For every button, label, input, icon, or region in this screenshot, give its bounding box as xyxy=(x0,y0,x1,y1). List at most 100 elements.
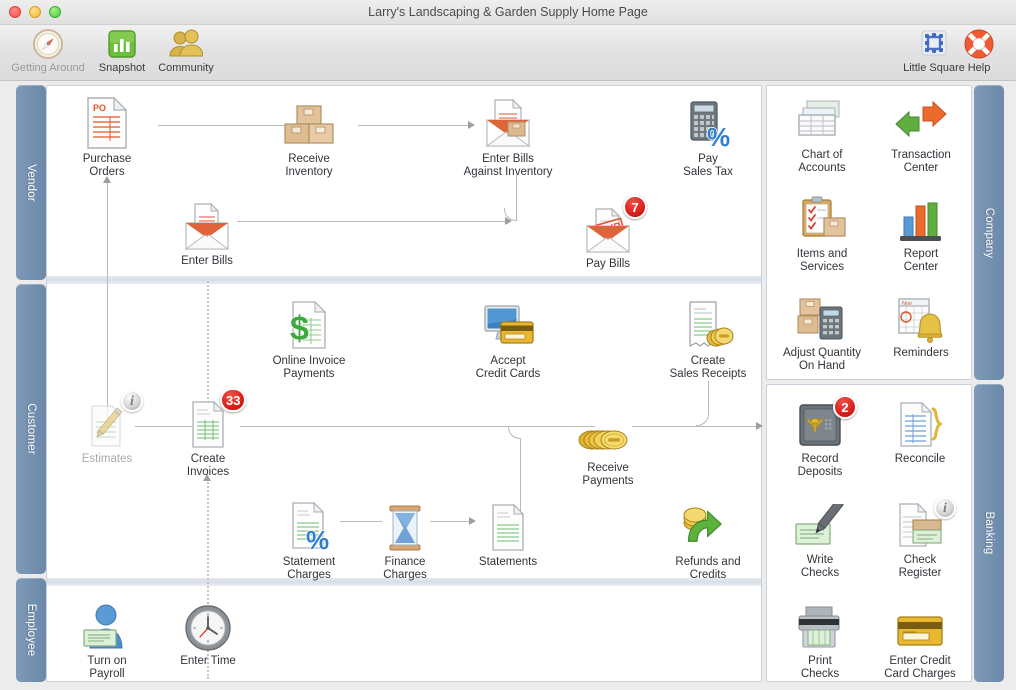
section-tab-label: Company xyxy=(983,207,995,258)
people-icon xyxy=(143,27,229,61)
banking-tile-print-checks[interactable]: Print Checks xyxy=(768,601,872,681)
banking-tile-label: Write Checks xyxy=(800,554,840,579)
envelope-document-box-icon xyxy=(456,94,560,150)
bar-chart-icon xyxy=(869,194,973,244)
check-pencil-icon xyxy=(768,500,872,550)
banking-tile-record-deposits[interactable]: 2 Record Deposits xyxy=(768,395,872,479)
toolbar-item-community[interactable]: Community xyxy=(143,27,229,74)
company-tile-transaction-center[interactable]: Transaction Center xyxy=(869,95,973,175)
workflow-node-enter-time[interactable]: Enter Time xyxy=(156,596,260,668)
section-tab-label: Banking xyxy=(983,511,995,555)
connector-invoices-to-receive-payments xyxy=(240,426,595,427)
receipt-coins-icon xyxy=(656,296,760,352)
purchase-order-document-icon: PO xyxy=(55,94,159,150)
application-window: Larry's Landscaping & Garden Supply Home… xyxy=(0,0,1016,690)
workflow-node-create-invoices[interactable]: 33 Create Invoices xyxy=(156,388,260,479)
status-badge-record-deposits[interactable]: 2 xyxy=(833,395,857,419)
banking-tile-label: Print Checks xyxy=(800,655,840,680)
toolbar-label: Help xyxy=(967,62,991,74)
workflow-node-label: Finance Charges xyxy=(383,556,427,581)
boxes-icon xyxy=(257,94,361,150)
life-ring-icon xyxy=(949,27,1009,61)
banking-tile-label: Reconcile xyxy=(894,453,946,465)
workflow-node-estimates[interactable]: i Estimates xyxy=(55,390,159,466)
section-tab-vendor[interactable]: Vendor xyxy=(16,85,46,280)
document-percent-icon: % xyxy=(257,497,361,553)
svg-text:%: % xyxy=(707,122,730,150)
person-paycheck-icon xyxy=(55,596,159,652)
company-tile-label: Chart of Accounts xyxy=(798,149,846,174)
workflow-node-label: Create Sales Receipts xyxy=(669,355,747,380)
workflow-node-create-sales-receipts[interactable]: Create Sales Receipts xyxy=(656,296,760,381)
workflow-node-statements[interactable]: Statements xyxy=(456,497,560,569)
title-bar: Larry's Landscaping & Garden Supply Home… xyxy=(0,0,1016,25)
workflow-node-statement-charges[interactable]: % Statement Charges xyxy=(257,497,361,582)
workflow-node-turn-on-payroll[interactable]: Turn on Payroll xyxy=(55,596,159,681)
workflow-node-pay-bills[interactable]: PAID 7 Pay Bills xyxy=(556,195,660,271)
banking-tile-label: Record Deposits xyxy=(797,453,843,478)
printer-check-icon xyxy=(768,601,872,651)
clock-icon xyxy=(156,596,260,652)
workflow-node-accept-credit-cards[interactable]: Accept Credit Cards xyxy=(456,296,560,381)
section-tab-employee[interactable]: Employee xyxy=(16,578,46,682)
workflow-node-online-invoice-payments[interactable]: $ Online Invoice Payments xyxy=(257,296,361,381)
company-tile-adjust-quantity-on-hand[interactable]: Adjust Quantity On Hand xyxy=(770,293,874,373)
company-tile-reminders[interactable]: Nov Reminders xyxy=(869,293,973,360)
status-badge-pay-bills[interactable]: 7 xyxy=(623,195,647,219)
workflow-node-refunds-and-credits[interactable]: Refunds and Credits xyxy=(656,497,760,582)
company-tile-report-center[interactable]: Report Center xyxy=(869,194,973,274)
section-tab-label: Customer xyxy=(25,403,37,455)
company-tile-chart-of-accounts[interactable]: Chart of Accounts xyxy=(770,95,874,175)
section-tab-customer[interactable]: Customer xyxy=(16,284,46,574)
workflow-node-label: Statements xyxy=(478,556,538,568)
workflow-node-label: Enter Time xyxy=(180,655,236,667)
document-brace-icon xyxy=(868,399,972,449)
banking-tile-reconcile[interactable]: Reconcile xyxy=(868,399,972,466)
company-tile-label: Items and Services xyxy=(796,248,848,273)
register-document-icon xyxy=(868,500,972,550)
envelope-document-icon xyxy=(155,196,259,252)
svg-text:Nov: Nov xyxy=(902,301,912,307)
connector-receive-to-enterbills xyxy=(358,125,468,126)
connector-sales-receipts-down xyxy=(708,381,709,414)
workflow-node-finance-charges[interactable]: Finance Charges xyxy=(353,497,457,582)
section-tab-company[interactable]: Company xyxy=(974,85,1004,380)
connector-enterbills-to-paybills xyxy=(237,221,505,222)
coin-stack-icon xyxy=(556,403,660,459)
toolbar: Getting Around Snapshot Community Little… xyxy=(0,25,1016,81)
workflow-node-receive-inventory[interactable]: Receive Inventory xyxy=(257,94,361,179)
banking-tile-label: Enter Credit Card Charges xyxy=(884,655,956,680)
svg-text:%: % xyxy=(306,525,329,553)
workflow-node-enter-bills[interactable]: Enter Bills xyxy=(155,196,259,268)
workflow-node-label: Estimates xyxy=(81,453,133,465)
stacked-ledgers-icon xyxy=(770,95,874,145)
workflow-node-pay-sales-tax[interactable]: % Pay Sales Tax xyxy=(656,94,760,179)
info-badge-check-register[interactable]: i xyxy=(934,497,956,519)
company-tile-items-and-services[interactable]: Items and Services xyxy=(770,194,874,274)
workflow-node-label: Enter Bills Against Inventory xyxy=(463,153,553,178)
banking-tile-write-checks[interactable]: Write Checks xyxy=(768,500,872,580)
banking-tile-enter-credit-card-charges[interactable]: Enter Credit Card Charges xyxy=(868,601,972,681)
hourglass-icon xyxy=(353,497,457,553)
coins-green-arrow-icon xyxy=(656,497,760,553)
calculator-percent-icon: % xyxy=(656,94,760,150)
workflow-node-label: Pay Bills xyxy=(585,258,631,270)
calendar-bell-icon: Nov xyxy=(869,293,973,343)
vendor-customer-divider xyxy=(47,276,761,284)
status-badge-create-invoices[interactable]: 33 xyxy=(220,388,247,412)
company-tile-label: Transaction Center xyxy=(891,149,951,174)
workflow-node-label: Create Invoices xyxy=(186,453,230,478)
workflow-node-purchase-orders[interactable]: PO Purchase Orders xyxy=(55,94,159,179)
info-badge-estimates[interactable]: i xyxy=(121,390,143,412)
credit-card-icon xyxy=(868,601,972,651)
workflow-node-receive-payments[interactable]: Receive Payments xyxy=(556,403,660,488)
statement-document-icon xyxy=(456,497,560,553)
window-title: Larry's Landscaping & Garden Supply Home… xyxy=(368,5,648,19)
toolbar-item-help[interactable]: Help xyxy=(949,27,1009,74)
boxes-calculator-icon xyxy=(770,293,874,343)
section-tab-banking[interactable]: Banking xyxy=(974,384,1004,682)
document-dollar-icon: $ xyxy=(257,296,361,352)
workflow-node-enter-bills-against-inventory[interactable]: Enter Bills Against Inventory xyxy=(456,94,560,179)
svg-text:$: $ xyxy=(290,310,309,348)
banking-tile-check-register[interactable]: i Check Register xyxy=(868,497,972,580)
